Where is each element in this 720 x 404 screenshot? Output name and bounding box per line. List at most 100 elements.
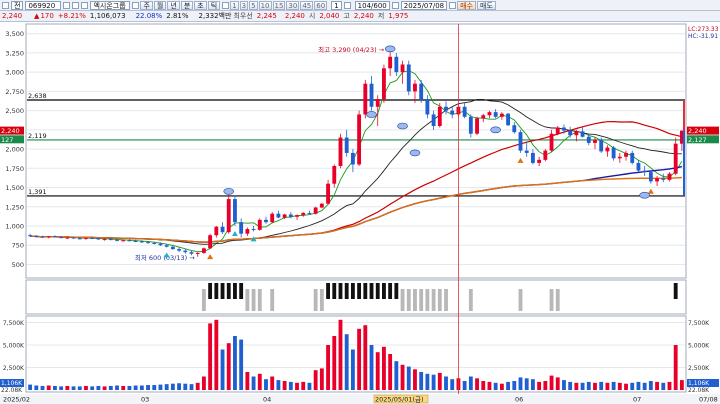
volume-bar <box>239 339 244 390</box>
volume-bar <box>121 385 126 390</box>
candle-body <box>170 246 175 250</box>
price-tick-label: 2,750 <box>5 88 24 96</box>
candle-body <box>406 64 411 92</box>
volume-bar <box>357 328 362 390</box>
candle-body <box>493 112 498 117</box>
minute-10-button[interactable]: 10 <box>258 0 272 10</box>
signal-bar <box>400 289 405 311</box>
open-price: 2,040 <box>319 12 340 20</box>
date-tick-label: 06 <box>515 396 523 404</box>
candle-body <box>450 110 455 115</box>
price-tick-label: 3,500 <box>5 30 24 38</box>
stepper-icon[interactable] <box>343 1 351 9</box>
bid-price: 2,245 <box>256 12 277 20</box>
minute-5-button[interactable]: 5 <box>249 0 258 10</box>
price-tick-label: 1,500 <box>5 184 24 192</box>
arrow-left-icon[interactable] <box>72 1 80 9</box>
market-select[interactable]: 전 <box>11 0 24 10</box>
candle-body <box>46 236 51 238</box>
period-month-button[interactable]: 월 <box>153 0 167 10</box>
peak-label: 최고 3,290 (04/23) → <box>318 45 385 54</box>
price-tick-label: 3,000 <box>5 69 24 77</box>
volume-bar <box>450 379 455 390</box>
date-tick-label: 2025/05/01(금) <box>375 396 424 404</box>
right-avg-badge: 2,127 <box>688 136 707 144</box>
quote-bar: 2,240 ▲ 170 +8.21% 1,106,073 22.08% 2.81… <box>0 11 720 22</box>
volume-bar <box>444 376 448 390</box>
volume-bar <box>481 381 486 390</box>
stock-chart[interactable]: 3,5003,2503,0002,7502,5002,2502,0001,750… <box>0 22 720 404</box>
volume-bar <box>288 381 293 390</box>
volume-bar <box>59 386 64 390</box>
buy-button[interactable]: 매수 <box>457 0 476 10</box>
period-tick-button[interactable]: 틱 <box>207 0 221 10</box>
volume-bar <box>562 380 566 390</box>
volume-bar <box>282 381 287 390</box>
candle-body <box>307 212 312 214</box>
period-second-button[interactable]: 초 <box>194 0 207 10</box>
search-icon[interactable] <box>63 1 71 9</box>
minute-3-button[interactable]: 3 <box>239 0 249 10</box>
volume-bar <box>127 385 132 390</box>
candle-body <box>152 242 157 244</box>
dropdown-icon[interactable] <box>222 1 230 9</box>
date-tick-label: 03 <box>141 396 149 404</box>
candle-body <box>630 152 635 163</box>
price-tick-label: 500 <box>12 261 24 269</box>
interval-input[interactable]: 1 <box>331 0 342 10</box>
volume-bar <box>220 349 225 390</box>
minute-30-button[interactable]: 30 <box>286 0 300 10</box>
signal-bar <box>239 283 244 299</box>
toolbar: 전 069920 엑시온그룹 주 월 년 분 초 틱 1 3 5 10 15 3… <box>0 0 720 11</box>
period-year-button[interactable]: 년 <box>167 0 180 10</box>
volume-bar <box>593 382 597 390</box>
volume-bar <box>437 372 442 390</box>
candle-body <box>413 83 417 92</box>
sell-button[interactable]: 매도 <box>477 0 496 10</box>
arrow-right-icon[interactable] <box>81 1 89 9</box>
info-icon[interactable] <box>132 1 140 9</box>
volume-bar <box>555 377 560 390</box>
chart-canvas[interactable]: 3,5003,2503,0002,7502,5002,2502,0001,750… <box>0 22 720 404</box>
signal-marker <box>397 122 408 130</box>
minute-1-button[interactable]: 1 <box>230 0 239 10</box>
stock-code-input[interactable]: 069920 <box>25 0 62 10</box>
volume-bar <box>257 373 262 390</box>
signal-bar <box>214 283 219 299</box>
candle-body <box>642 170 647 173</box>
volume-bar <box>77 386 82 390</box>
date-input[interactable]: 2025/07/08 <box>400 0 448 10</box>
period-week-button[interactable]: 주 <box>140 0 153 10</box>
volume-bar <box>301 381 306 390</box>
volume-bar <box>276 380 281 390</box>
candle-body <box>357 114 362 165</box>
minute-15-button[interactable]: 15 <box>272 0 286 10</box>
volume-bar <box>46 385 51 390</box>
volume-bar <box>605 382 610 390</box>
candle-body <box>425 99 430 115</box>
signal-bar <box>208 283 213 299</box>
candle-body <box>375 99 380 107</box>
volume-bar <box>102 386 107 390</box>
candle-body <box>524 150 529 153</box>
minute-60-button[interactable]: 60 <box>314 0 328 10</box>
data-count-field[interactable]: 104/600 <box>354 0 390 10</box>
price-change: 170 <box>40 12 54 20</box>
price-tick-label: 1,750 <box>5 165 24 173</box>
candle-body <box>363 83 368 115</box>
period-minute-button[interactable]: 분 <box>180 0 194 10</box>
minute-45-button[interactable]: 45 <box>300 0 314 10</box>
left-avg-badge: 127 <box>1 136 13 144</box>
calendar-icon[interactable] <box>391 1 399 9</box>
volume-bar <box>636 381 641 390</box>
volume-bar <box>419 372 424 390</box>
candle-body <box>499 113 504 117</box>
candle-body <box>549 133 554 151</box>
candle-body <box>369 83 374 107</box>
candle-body <box>593 139 597 143</box>
candle-body <box>518 132 523 151</box>
menu-icon[interactable] <box>2 1 9 9</box>
calendar-picker-icon[interactable] <box>449 1 457 9</box>
volume-bar <box>189 384 194 390</box>
volume-bar <box>624 383 628 390</box>
